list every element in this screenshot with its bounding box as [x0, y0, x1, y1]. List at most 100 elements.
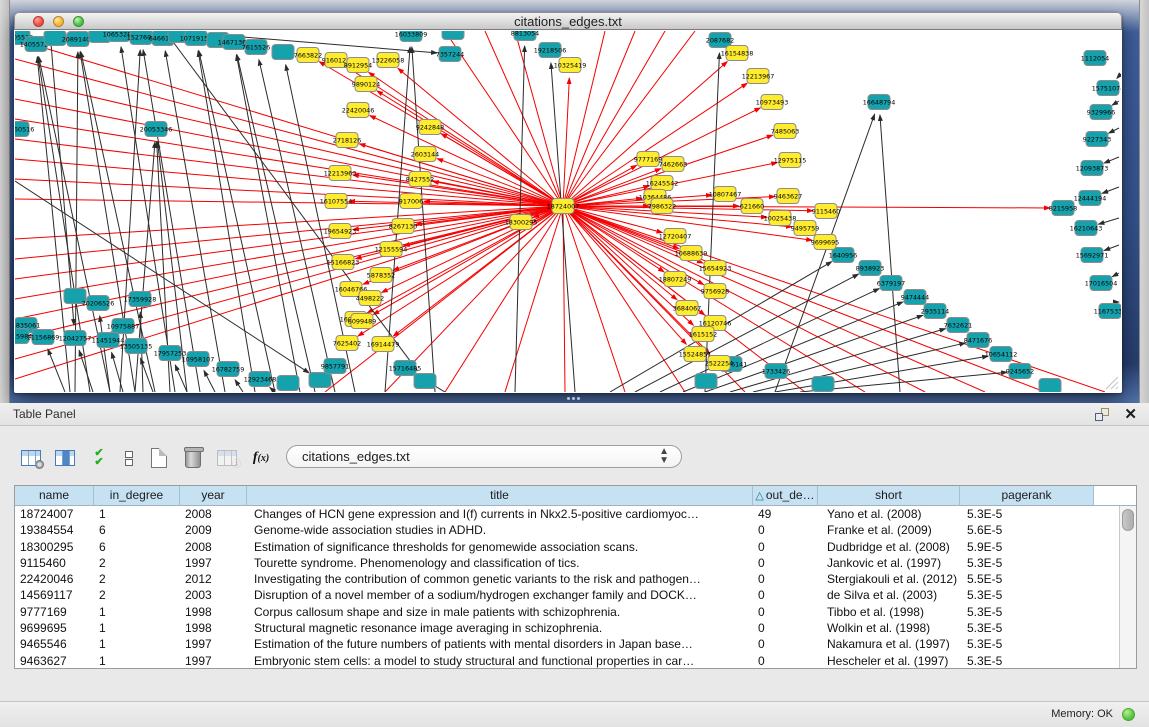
- graph-node-teal[interactable]: [414, 374, 436, 389]
- graph-node-teal[interactable]: [695, 374, 717, 389]
- table-select-dropdown[interactable]: citations_edges.txt ▲▼: [286, 445, 682, 468]
- graph-node-label: 7462663: [659, 160, 687, 168]
- collapsed-left-panel[interactable]: [0, 0, 10, 403]
- column-header-short[interactable]: short: [818, 486, 960, 505]
- table-settings-button[interactable]: [18, 445, 44, 471]
- table-row[interactable]: 1456911722003Disruption of a novel membe…: [15, 587, 1119, 603]
- collapsed-right-panel[interactable]: [1139, 0, 1149, 403]
- column-header-in_degree[interactable]: in_degree: [94, 486, 180, 505]
- graph-node-label: 15716485: [389, 364, 422, 372]
- resize-grip-icon[interactable]: [1105, 376, 1119, 390]
- graph-node-label: 9857791: [321, 362, 349, 370]
- graph-node-label: 2087682: [706, 36, 734, 44]
- table-row[interactable]: 1872400712008Changes of HCN gene express…: [15, 506, 1119, 522]
- minimize-window-icon[interactable]: [53, 16, 64, 27]
- float-panel-icon[interactable]: [1095, 408, 1109, 421]
- graph-node-teal[interactable]: [812, 377, 834, 392]
- new-document-icon: [151, 448, 167, 468]
- network-canvas[interactable]: 2305513140557242089140610653287152760264…: [15, 31, 1121, 392]
- select-all-button[interactable]: ✔✔: [86, 445, 112, 471]
- graph-node-label: 22420046: [342, 106, 375, 114]
- table-panel-body: ✔✔ ⓧ f(x) citations_edges.txt ▲▼: [10, 433, 1139, 673]
- graph-node-label: 12444194: [1074, 194, 1107, 202]
- graph-node-label: 10975887: [107, 322, 140, 330]
- stacked-rows-icon: [125, 450, 133, 467]
- table-select-value: citations_edges.txt: [302, 449, 410, 464]
- graph-node-label: 12093873: [1076, 164, 1109, 172]
- graph-node-label: 16210643: [1070, 224, 1103, 232]
- panel-splitter-handle[interactable]: [567, 397, 583, 402]
- table-row[interactable]: 1830029562008Estimation of significance …: [15, 539, 1119, 555]
- graph-node-label: 1112054: [1081, 54, 1109, 62]
- graph-node-teal[interactable]: [309, 373, 331, 388]
- graph-node-label: 621660: [740, 202, 764, 210]
- table-row[interactable]: 946554611997Estimation of the future num…: [15, 636, 1119, 652]
- window-title: citations_edges.txt: [15, 13, 1121, 30]
- graph-node-label: 20206526: [82, 299, 115, 307]
- graph-node-label: 9890124: [352, 80, 380, 88]
- table-row[interactable]: 969969511998Structural magnetic resonanc…: [15, 620, 1119, 636]
- column-header-name[interactable]: name: [15, 486, 94, 505]
- graph-node-label: 9699695: [811, 238, 839, 246]
- network-view-window: citations_edges.txt 23055131405572420891…: [14, 12, 1122, 393]
- row-height-button[interactable]: [116, 445, 142, 471]
- vertical-scrollbar[interactable]: [1119, 506, 1136, 668]
- close-window-icon[interactable]: [33, 16, 44, 27]
- column-header-pagerank[interactable]: pagerank: [960, 486, 1094, 505]
- graph-node-label: 12155594: [375, 245, 408, 253]
- graph-node-label: 16154838: [721, 49, 754, 57]
- graph-node-teal[interactable]: [272, 45, 294, 60]
- table-toolbar: ✔✔ ⓧ f(x) citations_edges.txt ▲▼: [10, 443, 1139, 475]
- zoom-window-icon[interactable]: [73, 16, 84, 27]
- show-columns-button[interactable]: [52, 445, 78, 471]
- close-panel-icon[interactable]: ✕: [1124, 405, 1137, 423]
- graph-node-label: 1615152: [689, 330, 717, 338]
- graph-node-label: 7625402: [333, 339, 361, 347]
- graph-node-label: 15654923: [699, 264, 732, 272]
- graph-node-teal[interactable]: [1039, 379, 1061, 393]
- window-titlebar[interactable]: citations_edges.txt: [14, 12, 1122, 30]
- table-column-icon: [55, 450, 75, 466]
- graph-node-label: 11156869: [27, 333, 60, 341]
- table-row[interactable]: 946362711997Embryonic stem cells: a mode…: [15, 653, 1119, 668]
- graph-node-label: 18300295: [505, 218, 538, 226]
- column-header-out_de[interactable]: △out_de…: [753, 486, 818, 505]
- table-row[interactable]: 977716911998Corpus callosum shape and si…: [15, 604, 1119, 620]
- table-row[interactable]: 911546021997Tourette syndrome. Phenomeno…: [15, 555, 1119, 571]
- graph-node-label: 17016504: [1085, 279, 1118, 287]
- table-panel: Table Panel ✕ ✔✔: [0, 403, 1149, 701]
- table-row[interactable]: 1938455462009Genome-wide association stu…: [15, 522, 1119, 538]
- scrollbar-thumb[interactable]: [1122, 509, 1134, 531]
- table-body[interactable]: 1872400712008Changes of HCN gene express…: [15, 506, 1119, 668]
- graph-node-teal[interactable]: [442, 31, 464, 40]
- table-header-row: namein_degreeyeartitle△out_de…shortpager…: [15, 486, 1136, 506]
- graph-node-label: 7632621: [944, 321, 972, 329]
- graph-node-teal[interactable]: [277, 376, 299, 391]
- graph-node-label: 16245542: [646, 179, 679, 187]
- function-builder-button[interactable]: f(x): [248, 445, 274, 471]
- graph-node-label: 10688639: [675, 249, 708, 257]
- delete-table-icon: ⓧ: [217, 450, 237, 466]
- graph-node-label: 4498222: [356, 294, 384, 302]
- graph-node-label: 9474444: [901, 293, 929, 301]
- column-header-title[interactable]: title: [247, 486, 753, 505]
- graph-node-label: 12213963: [324, 169, 357, 177]
- graph-node-label: 10807467: [709, 190, 742, 198]
- column-header-year[interactable]: year: [180, 486, 247, 505]
- graph-node-label: 9463627: [774, 192, 802, 200]
- delete-table-button[interactable]: ⓧ: [214, 445, 240, 471]
- table-panel-titlebar[interactable]: Table Panel ✕: [0, 403, 1149, 426]
- table-row[interactable]: 2242004622012Investigating the contribut…: [15, 571, 1119, 587]
- graph-node-label: 2522254: [705, 359, 733, 367]
- graph-node-label: 8938923: [856, 264, 884, 272]
- graph-node-label: 16914479: [367, 340, 400, 348]
- memory-ok-icon[interactable]: [1122, 708, 1135, 721]
- graph-node-label: 12923468: [244, 375, 277, 383]
- graph-node-label: 10958107: [182, 355, 215, 363]
- graph-node-label: 9227343: [1083, 135, 1111, 143]
- delete-rows-button[interactable]: [180, 445, 206, 471]
- new-table-button[interactable]: [146, 445, 172, 471]
- node-table: namein_degreeyeartitle△out_de…shortpager…: [14, 485, 1137, 669]
- graph-node-label: 9495759: [791, 224, 819, 232]
- graph-node-label: 7357244: [436, 50, 464, 58]
